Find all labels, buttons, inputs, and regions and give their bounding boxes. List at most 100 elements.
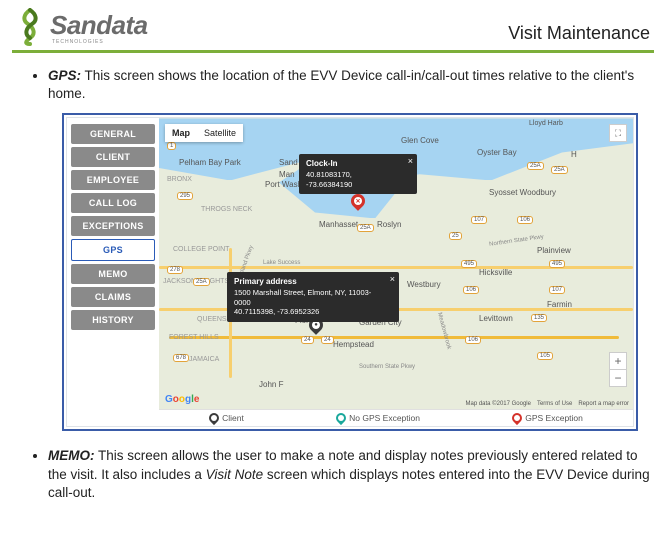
city-label: Pelham Bay Park <box>179 158 241 167</box>
route-shield: 24 <box>321 336 334 344</box>
map-type-map[interactable]: Map <box>165 124 197 142</box>
client-pin-icon <box>207 411 221 425</box>
route-shield: 25A <box>193 278 210 286</box>
city-label: COLLEGE POINT <box>173 246 229 253</box>
city-label: Westbury <box>407 280 441 289</box>
gps-screenshot: GENERAL CLIENT EMPLOYEE CALL LOG EXCEPTIONS G… <box>66 117 634 427</box>
city-label: JAMAICA <box>189 356 219 363</box>
visit-note-term: Visit Note <box>206 467 264 482</box>
city-label: Northern State Pkwy <box>489 235 544 249</box>
route-shield: 25 <box>449 232 462 240</box>
tab-memo[interactable]: MEMO <box>71 264 155 284</box>
clockin-popup: × Clock-In 40.81083170, -73.66384190 <box>299 154 417 194</box>
city-label: Plainview <box>537 246 571 255</box>
brand-logo: Sandata TECHNOLOGIES <box>16 8 148 46</box>
route-shield: 278 <box>167 266 183 274</box>
popup-address: 1500 Marshall Street, Elmont, NY, 11003-… <box>234 288 379 308</box>
map-area: Pelham Bay Park BRONX THROGS NECK Port W… <box>159 118 633 426</box>
gpsexc-pin-icon <box>510 411 524 425</box>
map-type-control: Map Satellite <box>165 124 243 142</box>
city-label: Hempstead <box>333 340 374 349</box>
side-tabs: GENERAL CLIENT EMPLOYEE CALL LOG EXCEPTIONS G… <box>67 118 159 426</box>
route-shield: 106 <box>463 286 479 294</box>
city-label: H <box>571 150 577 159</box>
city-label: Syosset Woodbury <box>489 188 556 197</box>
route-shield: 105 <box>537 352 553 360</box>
map-legend: Client No GPS Exception GPS Exception <box>159 409 633 426</box>
route-shield: 107 <box>471 216 487 224</box>
map-data-text: Map data ©2017 Google <box>466 401 531 407</box>
brand-name: Sandata <box>50 10 148 40</box>
city-label: Lake Success <box>263 260 300 266</box>
zoom-in-button[interactable]: + <box>610 353 626 370</box>
map-type-satellite[interactable]: Satellite <box>197 124 243 142</box>
tab-gps[interactable]: GPS <box>71 239 155 261</box>
terms-link[interactable]: Terms of Use <box>537 401 572 407</box>
header-rule <box>12 50 654 53</box>
bullet-gps-text: This screen shows the location of the EV… <box>48 68 634 101</box>
popup-coords: 40.81083170, -73.66384190 <box>306 170 397 190</box>
city-label: John F <box>259 380 283 389</box>
sandata-logo-icon <box>16 8 44 46</box>
city-label: Hicksville <box>479 268 512 277</box>
city-label: Southern State Pkwy <box>359 364 415 370</box>
city-label: Roslyn <box>377 220 401 229</box>
google-logo: Google <box>165 394 199 405</box>
popup-title: Primary address <box>234 277 379 287</box>
route-shield: 24 <box>301 336 314 344</box>
map-canvas[interactable]: Pelham Bay Park BRONX THROGS NECK Port W… <box>159 118 633 409</box>
map-attribution: Map data ©2017 Google Terms of Use Repor… <box>466 401 630 407</box>
fullscreen-button[interactable]: ⛶ <box>609 124 627 142</box>
city-label: Oyster Bay <box>477 148 517 157</box>
legend-client: Client <box>209 413 244 423</box>
zoom-control: + − <box>609 352 627 387</box>
route-shield: 25A <box>527 162 544 170</box>
bullet-gps: GPS: This screen shows the location of t… <box>48 67 666 103</box>
city-label: Manhasset <box>319 220 358 229</box>
tab-claims[interactable]: CLAIMS <box>71 287 155 307</box>
route-shield: 495 <box>549 260 565 268</box>
screenshot-frame: GENERAL CLIENT EMPLOYEE CALL LOG EXCEPTIONS G… <box>62 113 638 431</box>
close-icon[interactable]: × <box>408 156 413 168</box>
tab-exceptions[interactable]: EXCEPTIONS <box>71 216 155 236</box>
route-shield: 25A <box>551 166 568 174</box>
city-label: Glen Cove <box>401 136 439 145</box>
report-link[interactable]: Report a map error <box>578 401 629 407</box>
tab-call-log[interactable]: CALL LOG <box>71 193 155 213</box>
route-shield: 107 <box>549 286 565 294</box>
route-shield: 678 <box>173 354 189 362</box>
route-shield: 495 <box>461 260 477 268</box>
route-shield: 106 <box>465 336 481 344</box>
close-icon[interactable]: × <box>390 274 395 286</box>
tab-history[interactable]: HISTORY <box>71 310 155 330</box>
popup-title: Clock-In <box>306 159 397 169</box>
route-shield: 25A <box>357 224 374 232</box>
zoom-out-button[interactable]: − <box>610 370 626 386</box>
city-label: Man <box>279 170 295 179</box>
city-label: QUEENS <box>197 316 227 323</box>
city-label: Lloyd Harb <box>529 120 563 127</box>
bullet-memo: MEMO: This screen allows the user to mak… <box>48 447 666 502</box>
tab-employee[interactable]: EMPLOYEE <box>71 170 155 190</box>
legend-gpsexc: GPS Exception <box>512 413 583 423</box>
city-label: Levittown <box>479 314 513 323</box>
primary-popup: × Primary address 1500 Marshall Street, … <box>227 272 399 322</box>
city-label: BRONX <box>167 176 192 183</box>
tab-general[interactable]: GENERAL <box>71 124 155 144</box>
city-label: Sand <box>279 158 298 167</box>
nogps-pin-icon <box>334 411 348 425</box>
route-shield: 106 <box>517 216 533 224</box>
route-shield: 295 <box>177 192 193 200</box>
bullet-memo-label: MEMO: <box>48 448 95 463</box>
city-label: FOREST HILLS <box>169 334 219 341</box>
route-shield: 1 <box>167 142 176 150</box>
popup-coords: 40.7115398, -73.6952326 <box>234 307 379 317</box>
city-label: Farmin <box>547 300 572 309</box>
route-shield: 135 <box>531 314 547 322</box>
city-label: Meadowbrook <box>436 312 452 350</box>
city-label: THROGS NECK <box>201 206 252 213</box>
page-title: Visit Maintenance <box>508 23 650 46</box>
tab-client[interactable]: CLIENT <box>71 147 155 167</box>
bullet-gps-label: GPS: <box>48 68 81 83</box>
legend-nogps: No GPS Exception <box>336 413 420 423</box>
